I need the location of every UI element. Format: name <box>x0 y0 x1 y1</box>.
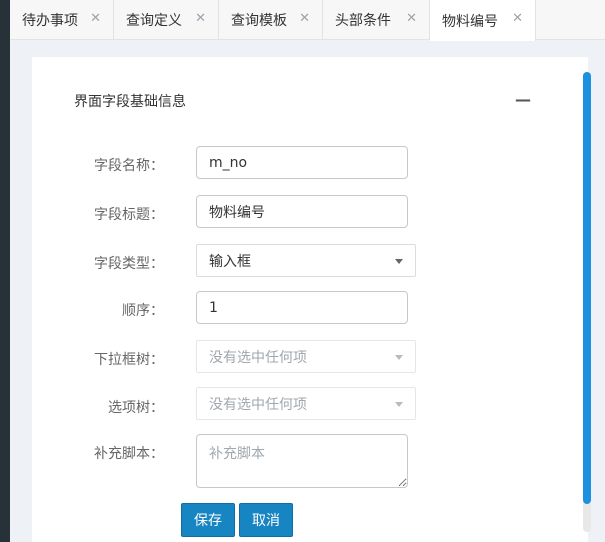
caret-down-icon <box>395 355 403 360</box>
left-sidebar-edge <box>0 0 10 542</box>
order-input[interactable] <box>196 291 408 324</box>
tab-label: 查询定义 <box>126 13 182 29</box>
tab-header-conditions[interactable]: 头部条件 ✕ <box>323 0 430 40</box>
tab-query-definition[interactable]: 查询定义 ✕ <box>114 0 219 40</box>
tab-label: 头部条件 <box>335 13 391 29</box>
tab-label: 查询模板 <box>231 13 287 29</box>
dropdown-tree-label: 下拉框树： <box>94 352 164 368</box>
section-title: 界面字段基础信息 <box>74 94 186 110</box>
cancel-button[interactable]: 取消 <box>239 503 293 537</box>
tab-label: 待办事项 <box>22 13 78 29</box>
field-type-label: 字段类型： <box>94 256 164 272</box>
field-name-label: 字段名称： <box>94 158 164 174</box>
field-title-input[interactable] <box>196 195 408 228</box>
field-name-input[interactable] <box>196 146 408 179</box>
tab-query-template[interactable]: 查询模板 ✕ <box>219 0 323 40</box>
collapse-icon[interactable]: — <box>515 90 531 109</box>
extra-script-label: 补充脚本： <box>94 446 164 462</box>
caret-down-icon <box>395 402 403 407</box>
order-label: 顺序： <box>122 303 164 319</box>
field-title-label: 字段标题： <box>94 207 164 223</box>
dropdown-tree-select[interactable]: 没有选中任何项 <box>196 340 416 373</box>
caret-down-icon <box>395 259 403 264</box>
field-type-value: 输入框 <box>209 253 251 270</box>
close-icon[interactable]: ✕ <box>299 11 310 26</box>
close-icon[interactable]: ✕ <box>406 11 417 26</box>
extra-script-textarea[interactable] <box>196 434 408 488</box>
option-tree-label: 选项树： <box>108 400 164 416</box>
scrollbar-thumb[interactable] <box>583 72 591 504</box>
dropdown-tree-value: 没有选中任何项 <box>209 349 307 366</box>
tab-material-number[interactable]: 物料编号 ✕ <box>430 0 536 41</box>
close-icon[interactable]: ✕ <box>90 11 101 26</box>
vertical-scrollbar[interactable] <box>583 72 591 532</box>
option-tree-value: 没有选中任何项 <box>209 396 307 413</box>
form-panel: 界面字段基础信息 — 字段名称： 字段标题： 字段类型： 输入框 顺序： 下拉框… <box>32 57 588 542</box>
tab-todo[interactable]: 待办事项 ✕ <box>10 0 114 40</box>
close-icon[interactable]: ✕ <box>195 11 206 26</box>
option-tree-select[interactable]: 没有选中任何项 <box>196 387 416 420</box>
field-type-select[interactable]: 输入框 <box>196 244 416 277</box>
tab-bar: 待办事项 ✕ 查询定义 ✕ 查询模板 ✕ 头部条件 ✕ 物料编号 ✕ <box>10 0 605 41</box>
save-button[interactable]: 保存 <box>181 503 235 537</box>
tab-label: 物料编号 <box>442 13 498 30</box>
close-icon[interactable]: ✕ <box>512 11 523 26</box>
